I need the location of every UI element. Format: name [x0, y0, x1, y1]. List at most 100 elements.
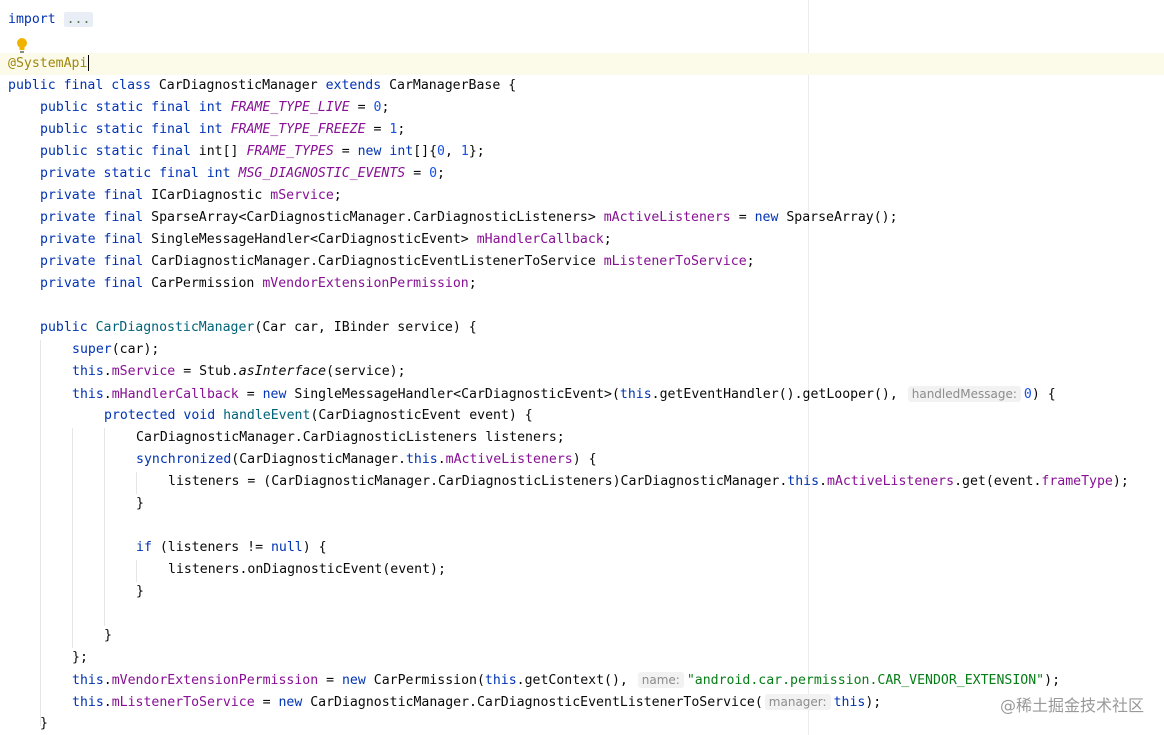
method-params: (CarDiagnosticEvent event) { — [310, 408, 533, 423]
cast-expression: listeners = (CarDiagnosticManager.CarDia… — [168, 474, 788, 489]
dot: . — [103, 387, 112, 402]
static-method-call: asInterface — [238, 364, 327, 379]
operator: = — [405, 166, 430, 181]
modifiers: public static final int — [40, 122, 223, 137]
constructor-params: (Car car, IBinder service) { — [254, 320, 477, 335]
call-close: ); — [1044, 673, 1061, 688]
code-line-brace[interactable]: } — [104, 625, 112, 647]
field-ref: mVendorExtensionPermission — [111, 673, 319, 688]
code-line-constructor[interactable]: public CarDiagnosticManager(Car car, IBi… — [40, 317, 477, 339]
type-name: CarDiagnosticManager.CarDiagnosticEventL… — [302, 695, 763, 710]
parameter-hint: name: — [637, 672, 684, 688]
code-line-field[interactable]: private static final int MSG_DIAGNOSTIC_… — [40, 163, 445, 185]
this-keyword: this — [787, 474, 820, 489]
code-line-field[interactable]: private final ICarDiagnostic mService; — [40, 185, 342, 207]
code-line-method-decl[interactable]: protected void handleEvent(CarDiagnostic… — [104, 405, 533, 427]
field-ref: mActiveListeners — [827, 474, 955, 489]
field-name: mVendorExtensionPermission — [262, 276, 469, 291]
code-line-field[interactable]: private final SparseArray<CarDiagnosticM… — [40, 207, 898, 229]
operator: = — [365, 122, 390, 137]
code-line-synchronized[interactable]: synchronized(CarDiagnosticManager.this.m… — [136, 449, 597, 471]
code-line-field[interactable]: private final CarPermission mVendorExten… — [40, 273, 477, 295]
code-line-field[interactable]: public static final int FRAME_TYPE_FREEZ… — [40, 119, 405, 141]
hint-label: name: — [641, 673, 680, 687]
code-line-if[interactable]: if (listeners != null) { — [136, 537, 327, 559]
code-line-class-declaration[interactable]: public final class CarDiagnosticManager … — [8, 75, 516, 97]
dot: . — [103, 364, 112, 379]
code-line-brace[interactable]: } — [40, 713, 48, 735]
semicolon: ; — [381, 100, 390, 115]
semicolon: ; — [437, 166, 445, 181]
code-line-import[interactable]: import ... — [8, 9, 94, 31]
assignment: = — [254, 695, 279, 710]
code-line-brace[interactable]: }; — [72, 647, 88, 669]
field-type: CarDiagnosticManager.CarDiagnosticEventL… — [143, 254, 604, 269]
import-keyword: import — [8, 12, 56, 27]
this-keyword: this — [72, 387, 104, 402]
field-name: MSG_DIAGNOSTIC_EVENTS — [238, 166, 406, 181]
this-keyword: this — [405, 452, 438, 467]
code-line-field[interactable]: public static final int[] FRAME_TYPES = … — [40, 141, 485, 163]
array-brackets: []{ — [413, 144, 438, 159]
dot: . — [103, 673, 112, 688]
code-line-call[interactable]: listeners.onDiagnosticEvent(event); — [168, 559, 446, 581]
code-line-assign-listeners[interactable]: listeners = (CarDiagnosticManager.CarDia… — [168, 471, 1129, 493]
code-line-field[interactable]: public static final int FRAME_TYPE_LIVE … — [40, 97, 389, 119]
indent-guide — [136, 472, 137, 494]
closing-brace: }; — [72, 650, 88, 665]
constructor-name: CarDiagnosticManager — [87, 320, 255, 335]
code-line-super-call[interactable]: super(car); — [72, 339, 159, 361]
hint-label: manager: — [768, 695, 827, 709]
folded-imports[interactable]: ... — [63, 12, 94, 27]
code-line-local-var[interactable]: CarDiagnosticManager.CarDiagnosticListen… — [136, 427, 565, 449]
operator: = — [730, 210, 755, 225]
modifiers: public static final int — [40, 100, 223, 115]
field-type: SparseArray<CarDiagnosticManager.CarDiag… — [143, 210, 604, 225]
indent-guide — [136, 560, 137, 582]
field-ref: frameType — [1041, 474, 1113, 489]
this-keyword: this — [484, 673, 517, 688]
parameter-hint: manager: — [764, 694, 831, 710]
number-literal: 0 — [437, 144, 445, 159]
dot: . — [437, 452, 446, 467]
code-line-assign-service[interactable]: this.mService = Stub.asInterface(service… — [72, 361, 406, 383]
block-open: ) { — [1031, 387, 1056, 402]
field-ref: mActiveListeners — [445, 452, 573, 467]
number-literal: 0 — [1023, 387, 1032, 402]
this-keyword: this — [619, 387, 652, 402]
code-line-brace[interactable]: } — [136, 493, 144, 515]
superclass-name: CarManagerBase { — [381, 78, 517, 93]
code-line-brace[interactable]: } — [136, 581, 144, 603]
dot: . — [819, 474, 828, 489]
code-line-field[interactable]: private final CarDiagnosticManager.CarDi… — [40, 251, 755, 273]
modifiers: private final — [40, 210, 144, 225]
field-name: mListenerToService — [603, 254, 747, 269]
watermark-text: @稀土掘金技术社区 — [999, 696, 1144, 715]
right-margin-guide — [808, 0, 809, 735]
field-type: ICarDiagnostic — [143, 188, 271, 203]
field-type: int[] — [190, 144, 247, 159]
public-keyword: public — [40, 320, 88, 335]
field-ref: mHandlerCallback — [111, 387, 239, 402]
modifiers: private final — [40, 276, 144, 291]
code-line-assign-permission[interactable]: this.mVendorExtensionPermission = new Ca… — [72, 669, 1060, 691]
super-args: (car); — [111, 342, 160, 357]
semicolon: ; — [397, 122, 406, 137]
modifiers: private final — [40, 232, 144, 247]
code-line-field[interactable]: private final SingleMessageHandler<CarDi… — [40, 229, 612, 251]
field-name: FRAME_TYPES — [246, 144, 334, 159]
super-keyword: super — [72, 342, 112, 357]
comma: , — [445, 144, 461, 159]
type-name: CarPermission( — [365, 673, 485, 688]
code-editor[interactable]: import ... @SystemApi public final class… — [0, 0, 1164, 735]
code-line-annotation[interactable]: @SystemApi — [8, 53, 90, 75]
number-literal: 1 — [460, 144, 469, 159]
code-line-assign-listener-service[interactable]: this.mListenerToService = new CarDiagnos… — [72, 691, 881, 713]
call-chain: .getContext(), — [516, 673, 636, 688]
code-line-assign-handler[interactable]: this.mHandlerCallback = new SingleMessag… — [72, 383, 1056, 405]
modifiers: private static final int — [40, 166, 231, 181]
constructor-call: SparseArray(); — [778, 210, 898, 225]
assignment: = — [238, 387, 263, 402]
field-name: FRAME_TYPE_LIVE — [230, 100, 350, 115]
closing-brace: } — [104, 628, 112, 643]
